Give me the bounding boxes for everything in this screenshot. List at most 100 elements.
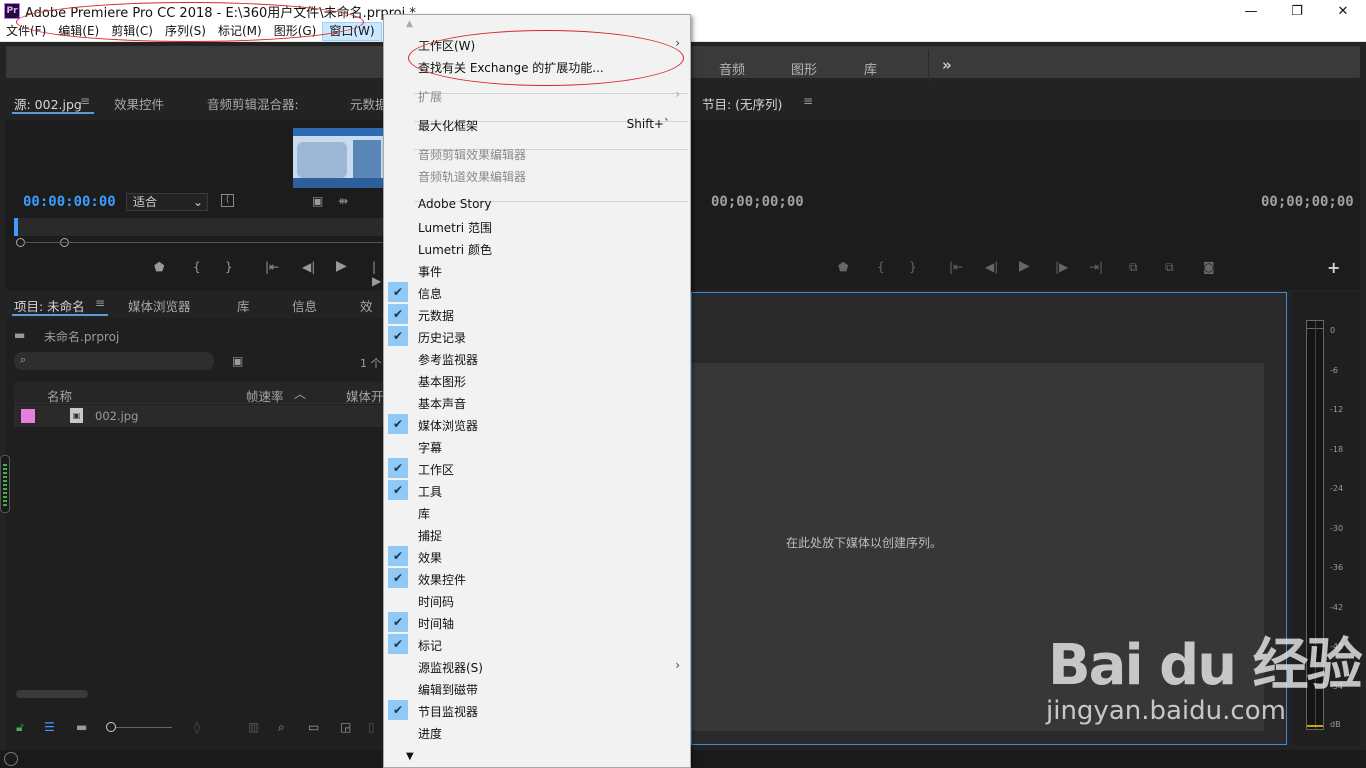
tab-source[interactable]: 源: 002.jpg	[14, 94, 82, 113]
menu-item-9[interactable]: 事件	[384, 259, 690, 281]
tab-info[interactable]: 信息	[292, 296, 317, 315]
minimize-button[interactable]: —	[1228, 0, 1274, 22]
source-timecode[interactable]: 00:00:00:00	[23, 194, 116, 210]
settings-icon[interactable]: ⟨	[221, 194, 234, 207]
menu-item-21[interactable]: 捕捉	[384, 523, 690, 545]
menu-item-7[interactable]: Lumetri 范围	[384, 215, 690, 237]
menu-item-12[interactable]: ✔ 历史记录	[384, 325, 690, 347]
column-media-start[interactable]: 媒体开	[346, 386, 384, 405]
tab-effect-controls[interactable]: 效果控件	[114, 94, 164, 113]
find-bin-icon[interactable]: ▣	[232, 354, 243, 368]
menu-item-30[interactable]: 进度	[384, 721, 690, 743]
step-back-icon[interactable]: ◀|	[302, 260, 315, 274]
add-button-icon[interactable]: +	[1327, 258, 1340, 277]
tab-project[interactable]: 项目: 未命名	[14, 296, 85, 315]
export-frame-icon[interactable]: ◙	[1203, 260, 1215, 274]
overwrite-icon[interactable]: ⇻	[338, 194, 348, 208]
tool-strip[interactable]	[0, 455, 10, 513]
new-bin-icon[interactable]: ▭	[308, 720, 319, 734]
new-item-icon[interactable]: ◲	[340, 720, 351, 734]
menu-item-16[interactable]: ✔ 媒体浏览器	[384, 413, 690, 435]
lift-icon[interactable]: ⧉	[1129, 260, 1138, 275]
menu-item-15[interactable]: 基本声音	[384, 391, 690, 413]
menu-item-10[interactable]: ✔ 信息	[384, 281, 690, 303]
insert-icon[interactable]: ▣	[312, 194, 323, 208]
menu-item-24[interactable]: 时间码	[384, 589, 690, 611]
menu-item-3[interactable]: 最大化框架 Shift+`	[384, 113, 690, 135]
scroll-up-icon[interactable]: ▲	[406, 19, 413, 29]
list-view-icon[interactable]: ☰	[44, 720, 55, 734]
program-play-icon[interactable]: ▶	[1019, 258, 1030, 274]
sort-ascending-icon[interactable]: ︿	[294, 385, 306, 402]
menu-item-22[interactable]: ✔ 效果	[384, 545, 690, 567]
program-step-back-icon[interactable]: ◀|	[985, 260, 998, 274]
menu-item-19[interactable]: ✔ 工具	[384, 479, 690, 501]
maximize-button[interactable]: ❐	[1274, 0, 1320, 22]
project-search-input[interactable]: ⌕	[14, 352, 214, 370]
menu-item-20[interactable]: 库	[384, 501, 690, 523]
menu-item-label: 库	[418, 507, 431, 521]
program-add-marker-icon[interactable]: ⬟	[838, 260, 848, 274]
automate-icon[interactable]: ▥	[248, 720, 259, 734]
close-button[interactable]: ✕	[1320, 0, 1366, 22]
menu-item-11[interactable]: ✔ 元数据	[384, 303, 690, 325]
find-icon[interactable]: ⌕	[278, 720, 285, 735]
trash-icon[interactable]: ▯	[368, 720, 375, 734]
program-mark-out-icon[interactable]: }	[909, 260, 917, 274]
menu-item-8[interactable]: Lumetri 颜色	[384, 237, 690, 259]
sort-icon[interactable]: ◊	[194, 720, 200, 734]
menu-item-17[interactable]: 字幕	[384, 435, 690, 457]
lock-icon[interactable]: 🔓︎	[16, 720, 24, 735]
menu-item-25[interactable]: ✔ 时间轴	[384, 611, 690, 633]
workspace-more-icon[interactable]: »	[942, 56, 952, 74]
program-step-forward-icon[interactable]: |▶	[1055, 260, 1068, 274]
menu-item-28[interactable]: 编辑到磁带	[384, 677, 690, 699]
program-timecode-left[interactable]: 00;00;00;00	[711, 194, 804, 210]
label-color-swatch[interactable]	[21, 409, 35, 423]
zoom-slider[interactable]	[116, 727, 172, 728]
scroll-down-icon[interactable]: ▼	[406, 751, 414, 762]
premiere-logo-icon: Pr	[4, 3, 20, 19]
column-frame-rate[interactable]: 帧速率	[246, 386, 284, 405]
fit-select[interactable]: 适合 ⌄	[126, 193, 208, 211]
source-time-ruler[interactable]	[14, 218, 384, 236]
program-mark-in-icon[interactable]: {	[877, 260, 885, 274]
image-file-icon: ▣	[70, 408, 83, 423]
mark-in-icon[interactable]: {	[193, 260, 201, 274]
tab-program[interactable]: 节目: (无序列)	[702, 94, 782, 113]
program-panel-menu-icon[interactable]: ≡	[803, 94, 813, 108]
horizontal-scrollbar[interactable]	[16, 690, 88, 698]
workspace-tab-libraries[interactable]: 库	[864, 59, 877, 78]
panel-menu-icon[interactable]: ≡	[80, 94, 90, 108]
menu-item-13[interactable]: 参考监视器	[384, 347, 690, 369]
workspace-tab-audio[interactable]: 音频	[719, 59, 745, 78]
workspace-tab-graphics[interactable]: 图形	[791, 59, 817, 78]
menu-item-27[interactable]: 源监视器(S) ›	[384, 655, 690, 677]
menu-item-14[interactable]: 基本图形	[384, 369, 690, 391]
add-marker-icon[interactable]: ⬟	[154, 260, 164, 274]
menu-item-23[interactable]: ✔ 效果控件	[384, 567, 690, 589]
mark-out-icon[interactable]: }	[225, 260, 233, 274]
tab-media-browser[interactable]: 媒体浏览器	[128, 296, 191, 315]
annotation-ellipse-menubar	[16, 2, 364, 42]
column-name[interactable]: 名称	[47, 386, 72, 405]
play-icon[interactable]: ▶	[336, 258, 347, 274]
tab-audio-clip-mixer[interactable]: 音频剪辑混合器:	[207, 94, 299, 113]
tab-libraries[interactable]: 库	[237, 296, 250, 315]
project-panel-menu-icon[interactable]: ≡	[95, 296, 105, 310]
program-go-to-in-icon[interactable]: |⇤	[949, 260, 963, 274]
extract-icon[interactable]: ⧉	[1165, 260, 1174, 275]
icon-view-icon[interactable]: ▬	[76, 720, 87, 734]
menu-item-6[interactable]: Adobe Story	[384, 193, 690, 215]
tab-metadata[interactable]: 元数据	[350, 94, 388, 113]
zoom-slider-handle[interactable]	[106, 722, 116, 732]
source-viewer: 00:00:00:00 适合 ⌄ ⟨ ▣ ⇻ ⬟ { } |⇤ ◀| ▶ |▶	[6, 120, 384, 290]
checkmark-icon: ✔	[388, 700, 408, 720]
menu-item-18[interactable]: ✔ 工作区	[384, 457, 690, 479]
table-row[interactable]: ▣ 002.jpg	[14, 405, 384, 427]
menu-item-29[interactable]: ✔ 节目监视器	[384, 699, 690, 721]
go-to-in-icon[interactable]: |⇤	[265, 260, 279, 274]
tab-effects[interactable]: 效	[360, 296, 373, 315]
menu-item-26[interactable]: ✔ 标记	[384, 633, 690, 655]
program-go-to-out-icon[interactable]: ⇥|	[1089, 260, 1103, 274]
